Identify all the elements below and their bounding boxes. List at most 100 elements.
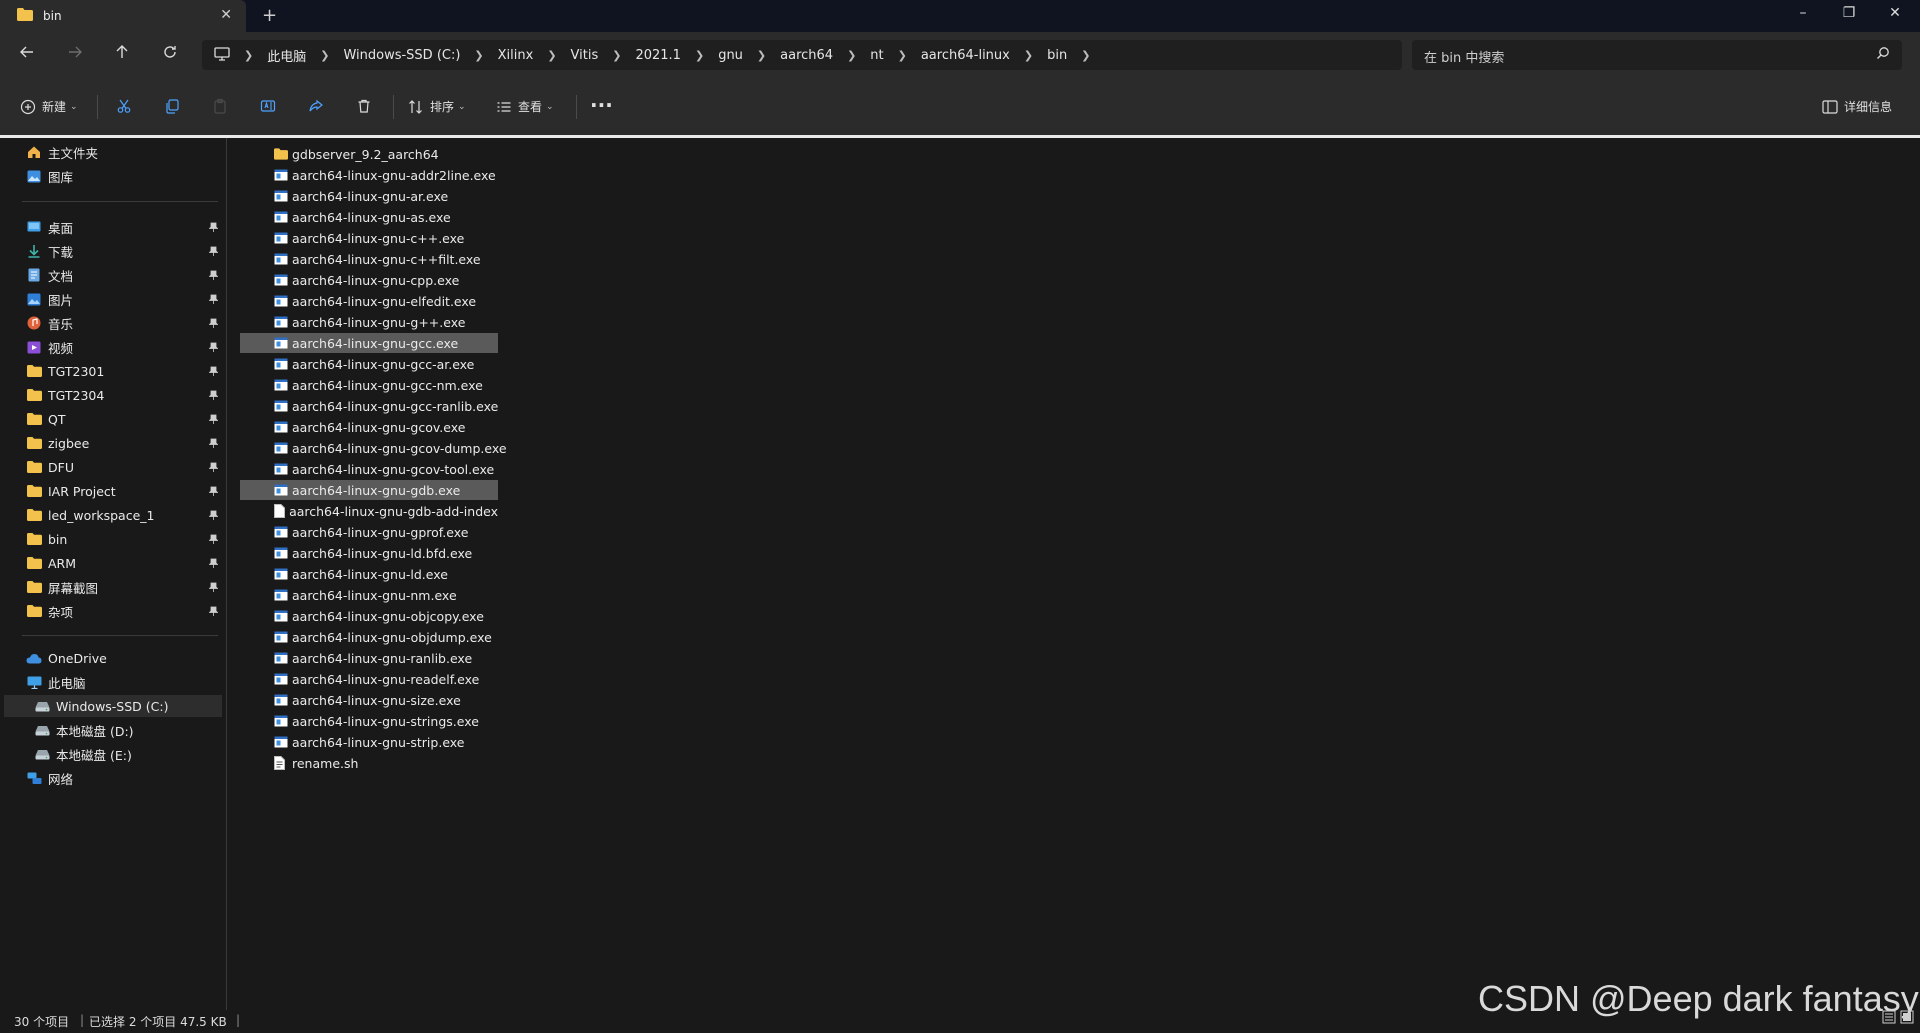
sort-button[interactable]: 排序 ⌄ (408, 98, 466, 115)
sidebar-item[interactable]: ARM (0, 552, 226, 574)
sidebar-item[interactable]: 图片 (0, 288, 226, 310)
sidebar-item[interactable]: 此电脑 (0, 671, 226, 693)
file-row[interactable]: aarch64-linux-gnu-as.exe (240, 207, 498, 227)
sidebar-item[interactable]: 杂项 (0, 600, 226, 622)
pin-icon[interactable] (208, 533, 219, 547)
file-row[interactable]: aarch64-linux-gnu-gcov.exe (240, 417, 498, 437)
file-row[interactable]: aarch64-linux-gnu-readelf.exe (240, 669, 498, 689)
pin-icon[interactable] (208, 605, 219, 619)
chevron-right-icon[interactable]: ❯ (320, 49, 329, 62)
file-row[interactable]: aarch64-linux-gnu-ld.exe (240, 564, 498, 584)
share-button[interactable] (308, 98, 330, 114)
file-row[interactable]: aarch64-linux-gnu-strings.exe (240, 711, 498, 731)
sidebar-item[interactable]: zigbee (0, 432, 226, 454)
restore-button[interactable]: ❐ (1834, 5, 1864, 21)
pin-icon[interactable] (208, 245, 219, 259)
chevron-right-icon[interactable]: ❯ (847, 49, 856, 62)
view-button[interactable]: 查看 ⌄ (496, 98, 554, 115)
file-row[interactable]: aarch64-linux-gnu-nm.exe (240, 585, 498, 605)
sidebar-item[interactable]: 桌面 (0, 216, 226, 238)
close-window-button[interactable]: ✕ (1880, 5, 1910, 21)
sidebar-item[interactable]: 音乐 (0, 312, 226, 334)
file-row[interactable]: aarch64-linux-gnu-gcc-ranlib.exe (240, 396, 498, 416)
crumb-windows-ssd[interactable]: Windows-SSD (C:) (343, 48, 460, 63)
file-row[interactable]: aarch64-linux-gnu-cpp.exe (240, 270, 498, 290)
up-arrow-icon[interactable] (110, 44, 134, 64)
sidebar-item[interactable]: 视频 (0, 336, 226, 358)
file-row[interactable]: aarch64-linux-gnu-ar.exe (240, 186, 498, 206)
sidebar-item[interactable]: DFU (0, 456, 226, 478)
chevron-right-icon[interactable]: ❯ (474, 49, 483, 62)
file-row[interactable]: aarch64-linux-gnu-objdump.exe (240, 627, 498, 647)
pin-icon[interactable] (208, 269, 219, 283)
pin-icon[interactable] (208, 341, 219, 355)
crumb-aarch64[interactable]: aarch64 (780, 48, 833, 63)
pin-icon[interactable] (208, 413, 219, 427)
sidebar-item[interactable]: 屏幕截图 (0, 576, 226, 598)
sidebar-item[interactable]: bin (0, 528, 226, 550)
sidebar-item[interactable]: TGT2301 (0, 360, 226, 382)
chevron-right-icon[interactable]: ❯ (757, 49, 766, 62)
file-row[interactable]: aarch64-linux-gnu-elfedit.exe (240, 291, 498, 311)
chevron-right-icon[interactable]: ❯ (547, 49, 556, 62)
sidebar-item[interactable]: 本地磁盘 (E:) (0, 743, 226, 765)
file-row[interactable]: aarch64-linux-gnu-gcc.exe (240, 333, 498, 353)
file-row[interactable]: aarch64-linux-gnu-gdb-add-index (240, 501, 498, 521)
pin-icon[interactable] (208, 509, 219, 523)
file-row[interactable]: aarch64-linux-gnu-addr2line.exe (240, 165, 498, 185)
pin-icon[interactable] (208, 389, 219, 403)
back-arrow-icon[interactable] (15, 44, 39, 64)
new-tab-button[interactable]: + (262, 5, 277, 26)
sidebar-item[interactable]: QT (0, 408, 226, 430)
paste-button[interactable] (212, 98, 234, 114)
sidebar-item[interactable]: OneDrive (0, 647, 226, 669)
chevron-right-icon[interactable]: ❯ (612, 49, 621, 62)
file-row[interactable]: aarch64-linux-gnu-gcc-ar.exe (240, 354, 498, 374)
breadcrumb[interactable]: ❯ 此电脑 ❯ Windows-SSD (C:) ❯ Xilinx ❯ Viti… (202, 40, 1402, 70)
chevron-right-icon[interactable]: ❯ (898, 49, 907, 62)
sidebar-item[interactable]: 图库 (0, 165, 226, 187)
tab-bin[interactable]: bin ✕ (0, 0, 246, 32)
more-options-button[interactable]: ··· (590, 93, 613, 117)
pin-icon[interactable] (208, 317, 219, 331)
rename-button[interactable] (260, 98, 282, 114)
sidebar-item[interactable]: 下载 (0, 240, 226, 262)
file-row[interactable]: aarch64-linux-gnu-ranlib.exe (240, 648, 498, 668)
pin-icon[interactable] (208, 581, 219, 595)
file-row[interactable]: aarch64-linux-gnu-c++.exe (240, 228, 498, 248)
file-row[interactable]: aarch64-linux-gnu-objcopy.exe (240, 606, 498, 626)
crumb-bin[interactable]: bin (1047, 48, 1067, 63)
file-row[interactable]: aarch64-linux-gnu-g++.exe (240, 312, 498, 332)
view-toggle[interactable] (1882, 1010, 1914, 1024)
file-row[interactable]: aarch64-linux-gnu-gcc-nm.exe (240, 375, 498, 395)
sidebar-item[interactable]: TGT2304 (0, 384, 226, 406)
file-row[interactable]: aarch64-linux-gnu-gcov-dump.exe (240, 438, 507, 458)
crumb-vitis[interactable]: Vitis (571, 48, 599, 63)
pin-icon[interactable] (208, 485, 219, 499)
refresh-icon[interactable] (158, 44, 182, 64)
file-row[interactable]: aarch64-linux-gnu-gdb.exe (240, 480, 498, 500)
crumb-aarch64-linux[interactable]: aarch64-linux (921, 48, 1010, 63)
file-row[interactable]: aarch64-linux-gnu-gcov-tool.exe (240, 459, 498, 479)
delete-button[interactable] (356, 98, 378, 114)
sidebar-item[interactable]: 主文件夹 (0, 141, 226, 163)
crumb-xilinx[interactable]: Xilinx (498, 48, 534, 63)
close-tab-icon[interactable]: ✕ (220, 7, 232, 23)
file-row[interactable]: aarch64-linux-gnu-size.exe (240, 690, 498, 710)
copy-button[interactable] (164, 98, 186, 114)
file-row[interactable]: aarch64-linux-gnu-c++filt.exe (240, 249, 498, 269)
sidebar-item[interactable]: IAR Project (0, 480, 226, 502)
sidebar-item[interactable]: Windows-SSD (C:) (4, 695, 222, 717)
pin-icon[interactable] (208, 437, 219, 451)
file-row[interactable]: aarch64-linux-gnu-ld.bfd.exe (240, 543, 498, 563)
chevron-right-icon[interactable]: ❯ (1081, 49, 1090, 62)
pin-icon[interactable] (208, 221, 219, 235)
file-row[interactable]: rename.sh (240, 753, 498, 773)
cut-button[interactable] (116, 98, 138, 114)
sidebar-item[interactable]: led_workspace_1 (0, 504, 226, 526)
new-button[interactable]: 新建 ⌄ (20, 98, 78, 115)
details-button[interactable]: 详细信息 (1822, 98, 1892, 115)
forward-arrow-icon[interactable] (63, 44, 87, 64)
chevron-right-icon[interactable]: ❯ (695, 49, 704, 62)
sidebar-item[interactable]: 网络 (0, 767, 226, 789)
